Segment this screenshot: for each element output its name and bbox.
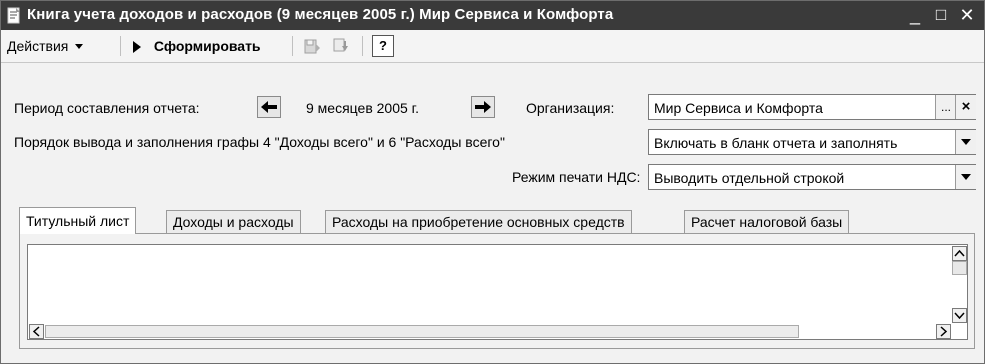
vat-dropdown-button[interactable] [955, 165, 976, 189]
chevron-down-icon [961, 139, 971, 145]
horizontal-scroll-thumb[interactable] [45, 325, 799, 338]
vertical-scroll-thumb[interactable] [952, 261, 967, 275]
organization-label: Организация: [526, 100, 615, 116]
play-icon [133, 41, 141, 54]
vat-value: Выводить отдельной строкой [654, 170, 845, 186]
order-label: Порядок вывода и заполнения графы 4 "Дох… [14, 134, 505, 150]
chevron-down-icon [954, 312, 965, 320]
help-button[interactable]: ? [372, 35, 394, 57]
actions-menu-button[interactable]: Действия [7, 36, 84, 56]
dropdown-arrow-icon [75, 44, 84, 50]
organization-field[interactable]: Мир Сервиса и Комфорта ... × [648, 94, 976, 120]
document-icon [7, 7, 20, 24]
generate-label: Сформировать [153, 38, 261, 54]
vat-select[interactable]: Выводить отдельной строкой [648, 164, 976, 190]
window-title: Книга учета доходов и расходов (9 месяце… [27, 6, 614, 23]
tab-panel [19, 233, 975, 349]
vat-label: Режим печати НДС: [512, 169, 641, 185]
tab-fixed-assets[interactable]: Расходы на приобретение основных средств [325, 210, 632, 233]
close-button[interactable]: ✕ [956, 4, 978, 26]
select-organization-button[interactable]: ... [935, 95, 956, 119]
period-prev-button[interactable] [257, 96, 281, 118]
minimize-button[interactable]: _ [904, 4, 926, 26]
order-value: Включать в бланк отчета и заполнять [654, 135, 898, 151]
period-next-button[interactable] [471, 96, 495, 118]
tab-tax-base[interactable]: Расчет налоговой базы [684, 210, 850, 233]
period-label: Период составления отчета: [14, 100, 200, 116]
scroll-right-button[interactable] [936, 324, 951, 339]
tab-title-page[interactable]: Титульный лист [19, 207, 137, 234]
arrow-left-icon [261, 101, 277, 113]
tab-income-expenses[interactable]: Доходы и расходы [166, 210, 301, 233]
clear-organization-button[interactable]: × [955, 95, 976, 119]
maximize-button[interactable]: □ [930, 4, 952, 26]
organization-value: Мир Сервиса и Комфорта [654, 100, 823, 116]
chevron-down-icon [961, 174, 971, 180]
toolbar-separator [362, 36, 363, 56]
toolbar-separator [120, 36, 121, 56]
chevron-up-icon [954, 249, 965, 257]
arrow-right-icon [475, 101, 491, 113]
scroll-left-button[interactable] [29, 324, 44, 339]
copy-arrow-icon[interactable] [331, 36, 351, 56]
actions-label: Действия [7, 38, 69, 54]
report-content-area[interactable] [27, 244, 968, 340]
period-value: 9 месяцев 2005 г. [306, 100, 419, 116]
order-dropdown-button[interactable] [955, 130, 976, 154]
scroll-down-button[interactable] [952, 308, 967, 323]
save-disk-icon[interactable] [302, 36, 322, 56]
report-window: Книга учета доходов и расходов (9 месяце… [0, 0, 985, 364]
generate-button[interactable]: Сформировать [132, 36, 261, 56]
chevron-left-icon [32, 326, 40, 337]
title-bar[interactable]: Книга учета доходов и расходов (9 месяце… [1, 1, 984, 30]
toolbar: Действия Сформировать ? [1, 30, 984, 63]
order-select[interactable]: Включать в бланк отчета и заполнять [648, 129, 976, 155]
toolbar-separator [292, 36, 293, 56]
chevron-right-icon [940, 326, 948, 337]
scroll-up-button[interactable] [952, 246, 967, 261]
